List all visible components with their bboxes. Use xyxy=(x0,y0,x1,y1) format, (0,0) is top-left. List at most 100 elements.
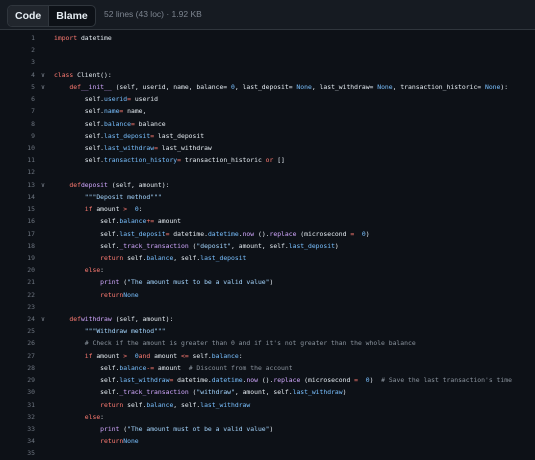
code-token: else xyxy=(84,412,101,421)
line-code: self._track_transaction ("deposit", amou… xyxy=(54,240,339,252)
code-token: def xyxy=(69,82,81,91)
code-view[interactable]: 1 import datetime 2 3 4 ∨ class Client(): 5 ∨ de… xyxy=(0,32,535,460)
line-number[interactable]: 15 xyxy=(5,203,35,215)
code-token: last_deposit xyxy=(288,241,335,250)
code-token: if xyxy=(84,351,97,360)
code-token: None xyxy=(292,82,312,91)
code-token: datetime. xyxy=(173,229,208,238)
line-number[interactable]: 3 xyxy=(5,56,35,68)
code-line: 5 ∨ def__init__ (self, userid, name, bala… xyxy=(0,81,535,93)
line-number[interactable]: 6 xyxy=(5,93,35,105)
code-token: = xyxy=(127,95,135,104)
code-token: None xyxy=(481,82,501,91)
code-token: self. xyxy=(54,241,120,250)
line-number[interactable]: 33 xyxy=(5,423,35,435)
code-tab[interactable]: Code xyxy=(8,6,50,26)
line-code: self.last_withdraw= datetime.datetime.no… xyxy=(54,374,512,386)
code-token: , last_withdraw= xyxy=(311,82,374,91)
code-token: self. xyxy=(54,376,120,385)
code-token: balance xyxy=(119,217,147,226)
fold-chevron-icon[interactable]: ∨ xyxy=(41,313,45,325)
line-number[interactable]: 9 xyxy=(5,130,35,142)
line-number[interactable]: 4 xyxy=(5,69,35,81)
line-number[interactable]: 17 xyxy=(5,228,35,240)
code-token: return xyxy=(100,437,124,446)
fold-chevron-icon[interactable]: ∨ xyxy=(41,69,45,81)
code-token: , amount, self. xyxy=(234,388,293,397)
code-line: 26 # Check if the amount is greater than… xyxy=(0,337,535,349)
line-code: returnNone xyxy=(54,435,138,447)
code-token: : xyxy=(138,205,143,214)
code-token: deposit xyxy=(80,180,112,189)
code-token: now xyxy=(242,229,258,238)
line-code: """Deposit method""" xyxy=(54,191,162,203)
line-number[interactable]: 19 xyxy=(5,252,35,264)
line-number[interactable]: 2 xyxy=(5,44,35,56)
line-number[interactable]: 5 xyxy=(5,81,35,93)
line-code: class Client(): xyxy=(54,69,112,81)
line-number[interactable]: 14 xyxy=(5,191,35,203)
code-line: 6 self.userid= userid xyxy=(0,93,535,105)
code-token: last_withdraw xyxy=(161,143,212,152)
code-line: 14 """Deposit method""" xyxy=(0,191,535,203)
line-number[interactable]: 21 xyxy=(5,276,35,288)
code-token: if xyxy=(84,205,97,214)
code-token: = xyxy=(154,143,162,152)
line-code: self.userid= userid xyxy=(54,93,158,105)
line-number[interactable]: 22 xyxy=(5,289,35,301)
blame-tab[interactable]: Blame xyxy=(49,6,95,26)
code-token: , last_deposit= xyxy=(234,82,293,91)
code-token: [] xyxy=(277,156,285,165)
code-token: 0 xyxy=(130,351,139,360)
line-number[interactable]: 35 xyxy=(5,447,35,459)
line-number[interactable]: 28 xyxy=(5,362,35,374)
line-number[interactable]: 1 xyxy=(5,32,35,44)
line-number[interactable]: 13 xyxy=(5,179,35,191)
code-line: 11 self.transaction_history= transaction… xyxy=(0,154,535,166)
line-number[interactable]: 30 xyxy=(5,386,35,398)
code-token: def xyxy=(69,315,81,324)
code-line: 9 self.last_deposit= last_deposit xyxy=(0,130,535,142)
code-token: ) xyxy=(269,278,274,287)
code-token: print xyxy=(100,278,124,287)
line-number[interactable]: 24 xyxy=(5,313,35,325)
line-number[interactable]: 23 xyxy=(5,301,35,313)
code-line: 35 xyxy=(0,447,535,459)
code-token: amount xyxy=(157,363,189,372)
code-token: (self, amount): xyxy=(115,315,174,324)
line-number[interactable]: 26 xyxy=(5,337,35,349)
line-code: print ("The amount must ot be a valid va… xyxy=(54,423,273,435)
line-code: return self.balance, self.last_deposit xyxy=(54,252,246,264)
code-token: "withdraw" xyxy=(196,388,235,397)
line-number[interactable]: 18 xyxy=(5,240,35,252)
code-token: # Save the last transaction's time xyxy=(381,376,512,385)
line-number[interactable]: 8 xyxy=(5,118,35,130)
line-number[interactable]: 25 xyxy=(5,325,35,337)
code-token: ) xyxy=(269,425,274,433)
line-number[interactable]: 11 xyxy=(5,154,35,166)
line-number[interactable]: 32 xyxy=(5,411,35,423)
code-token: ) xyxy=(342,388,347,397)
line-number[interactable]: 27 xyxy=(5,350,35,362)
fold-chevron-icon[interactable]: ∨ xyxy=(41,81,45,93)
code-token: None xyxy=(123,290,139,299)
line-number[interactable]: 34 xyxy=(5,435,35,447)
line-number[interactable]: 10 xyxy=(5,142,35,154)
code-line: 12 xyxy=(0,166,535,178)
line-number[interactable]: 20 xyxy=(5,264,35,276)
code-token: print xyxy=(100,425,124,433)
line-number[interactable]: 16 xyxy=(5,215,35,227)
code-token: last_withdraw xyxy=(292,388,343,397)
code-token: name xyxy=(104,107,120,116)
code-token: (self, amount): xyxy=(111,180,170,189)
fold-chevron-icon[interactable]: ∨ xyxy=(41,179,45,191)
line-code: self.last_deposit= last_deposit xyxy=(54,130,204,142)
code-token: (microsecond xyxy=(304,376,351,385)
code-token: transaction_historic xyxy=(184,156,262,165)
line-number[interactable]: 12 xyxy=(5,166,35,178)
line-number[interactable]: 7 xyxy=(5,105,35,117)
line-number[interactable]: 29 xyxy=(5,374,35,386)
code-token: = xyxy=(346,229,359,238)
